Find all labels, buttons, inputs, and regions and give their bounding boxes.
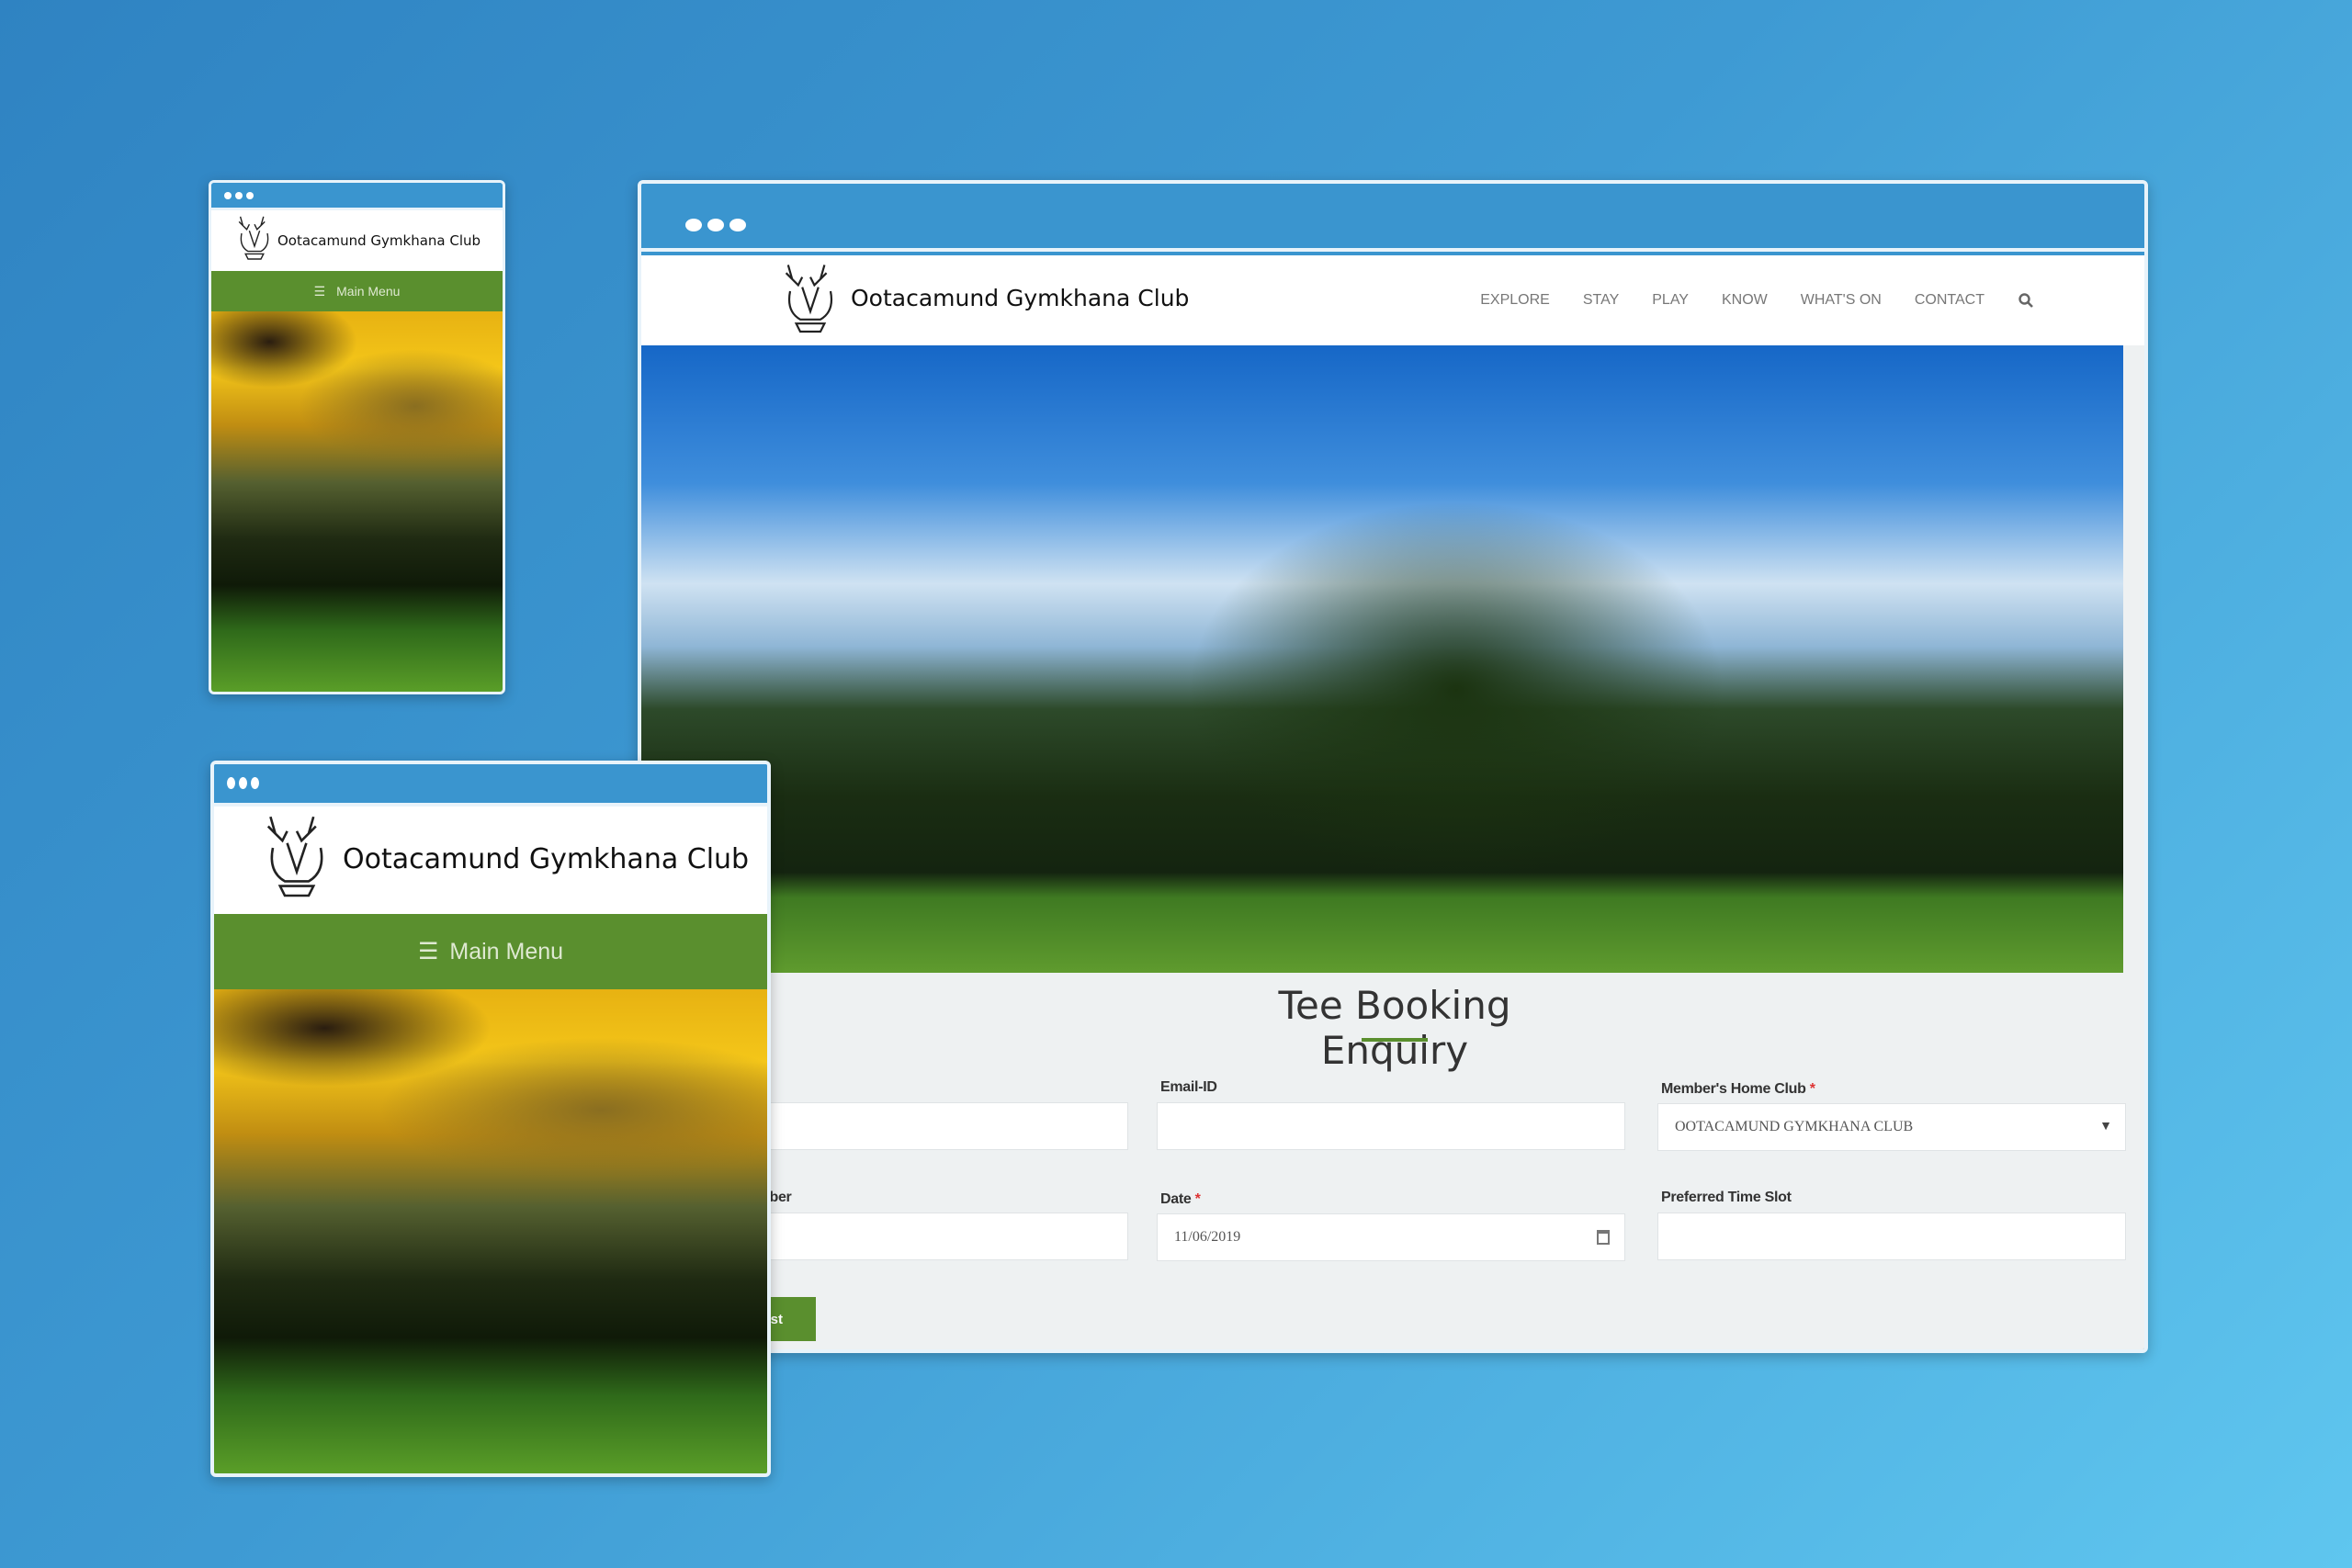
club-logo-icon[interactable] — [235, 214, 274, 265]
window-dot-icon[interactable] — [251, 777, 259, 789]
home-club-label: Member's Home Club * — [1661, 1081, 1815, 1097]
title-underline — [1362, 1038, 1428, 1042]
window-dot-icon[interactable] — [235, 192, 243, 199]
form-title: Tee Booking Enquiry — [1278, 983, 1511, 1073]
submit-label: st — [770, 1311, 783, 1327]
window-dot-icon[interactable] — [707, 219, 724, 231]
menu-label: Main Menu — [449, 938, 564, 964]
time-slot-input[interactable] — [1657, 1213, 2126, 1260]
club-logo-icon[interactable] — [260, 812, 334, 908]
home-club-select[interactable]: OOTACAMUND GYMKHANA CLUB ▼ — [1657, 1103, 2126, 1151]
tablet-browser-window: Ootacamund Gymkhana Club ☰ Main Menu — [210, 761, 771, 1477]
desktop-title-bar — [641, 184, 2144, 252]
club-logo-icon[interactable] — [779, 261, 842, 342]
mobile-browser-window: Ootacamund Gymkhana Club ☰ Main Menu — [209, 180, 505, 694]
window-dot-icon[interactable] — [246, 192, 254, 199]
main-nav: EXPLORE STAY PLAY KNOW WHAT'S ON CONTACT — [1480, 255, 2034, 345]
number-input[interactable] — [733, 1213, 1128, 1260]
site-title[interactable]: Ootacamund Gymkhana Club — [851, 285, 1189, 311]
name-input[interactable] — [733, 1102, 1128, 1150]
date-value: 11/06/2019 — [1174, 1229, 1241, 1245]
time-slot-label: Preferred Time Slot — [1661, 1190, 1792, 1205]
tablet-header: Ootacamund Gymkhana Club — [214, 807, 767, 914]
tablet-main-menu-button[interactable]: ☰ Main Menu — [214, 914, 767, 989]
window-dot-icon[interactable] — [685, 219, 702, 231]
window-dot-icon[interactable] — [239, 777, 247, 789]
nav-play[interactable]: PLAY — [1652, 292, 1689, 309]
window-controls — [685, 219, 746, 231]
desktop-browser-window: Ootacamund Gymkhana Club EXPLORE STAY PL… — [638, 180, 2148, 1353]
site-header: Ootacamund Gymkhana Club EXPLORE STAY PL… — [641, 255, 2144, 345]
calendar-icon[interactable] — [1597, 1230, 1610, 1245]
nav-know[interactable]: KNOW — [1722, 292, 1768, 309]
menu-label: Main Menu — [336, 284, 401, 299]
search-icon[interactable] — [2018, 292, 2034, 309]
mobile-header: Ootacamund Gymkhana Club — [211, 210, 503, 271]
window-dot-icon[interactable] — [227, 777, 235, 789]
date-input[interactable]: 11/06/2019 — [1157, 1213, 1625, 1261]
mobile-title-bar — [211, 183, 503, 210]
tablet-site-title[interactable]: Ootacamund Gymkhana Club — [343, 843, 749, 875]
email-input[interactable] — [1157, 1102, 1625, 1150]
date-label: Date * — [1160, 1191, 1201, 1207]
email-label: Email-ID — [1160, 1079, 1217, 1095]
nav-contact[interactable]: CONTACT — [1915, 292, 1984, 309]
nav-stay[interactable]: STAY — [1583, 292, 1619, 309]
mobile-hero-image — [211, 311, 503, 692]
home-club-value: OOTACAMUND GYMKHANA CLUB — [1675, 1119, 1914, 1134]
mobile-site-title[interactable]: Ootacamund Gymkhana Club — [277, 232, 481, 249]
window-dot-icon[interactable] — [224, 192, 232, 199]
dropdown-arrow-icon[interactable]: ▼ — [2099, 1120, 2112, 1134]
nav-whats-on[interactable]: WHAT'S ON — [1801, 292, 1882, 309]
hamburger-icon: ☰ — [417, 939, 439, 964]
tablet-title-bar — [214, 764, 767, 807]
mobile-main-menu-button[interactable]: ☰ Main Menu — [211, 271, 503, 311]
window-dot-icon[interactable] — [729, 219, 746, 231]
hero-image-golf-course — [641, 345, 2123, 973]
tablet-hero-image — [214, 989, 767, 1473]
hamburger-icon: ☰ — [313, 283, 326, 299]
nav-explore[interactable]: EXPLORE — [1480, 292, 1550, 309]
